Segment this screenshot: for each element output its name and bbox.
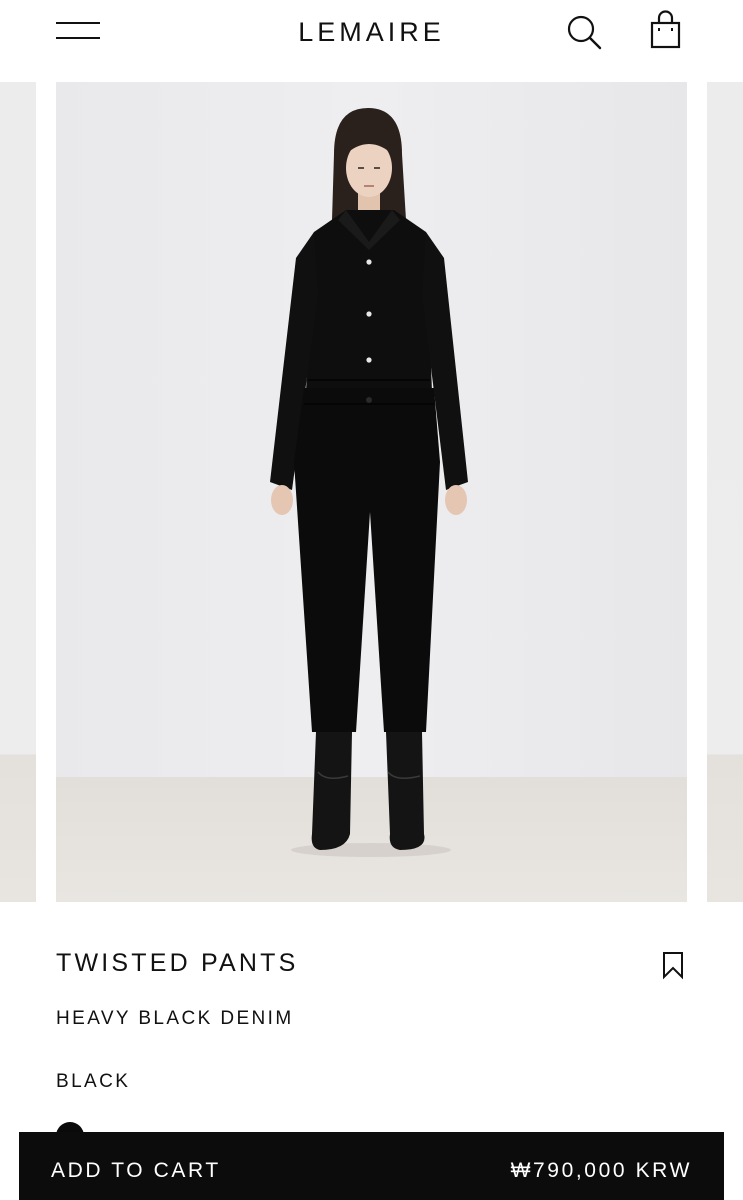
product-color-label: BLACK bbox=[56, 1071, 131, 1092]
product-material: HEAVY BLACK DENIM bbox=[56, 1008, 294, 1029]
search-icon-svg bbox=[567, 15, 602, 50]
bookmark-icon-svg bbox=[663, 952, 683, 980]
product-name: TWISTED PANTS bbox=[56, 949, 299, 977]
brand-logo-container: LEMAIRE bbox=[0, 15, 743, 49]
next-slide-peek[interactable] bbox=[707, 82, 743, 902]
shopping-bag-icon-svg bbox=[650, 10, 681, 49]
previous-slide-peek[interactable] bbox=[0, 82, 36, 902]
shopping-bag-icon[interactable] bbox=[644, 8, 688, 52]
product-image-carousel[interactable] bbox=[0, 82, 743, 902]
top-header: LEMAIRE bbox=[0, 0, 743, 82]
add-to-cart-button[interactable]: ADD TO CART ₩790,000 KRW bbox=[19, 1132, 724, 1200]
bookmark-icon[interactable] bbox=[660, 950, 686, 980]
product-photo-model-black-denim[interactable] bbox=[56, 82, 687, 902]
brand-logo[interactable]: LEMAIRE bbox=[298, 15, 445, 49]
add-to-cart-label: ADD TO CART bbox=[51, 1159, 221, 1182]
product-photo-svg bbox=[56, 82, 687, 902]
search-icon[interactable] bbox=[562, 10, 606, 54]
product-price: ₩790,000 KRW bbox=[510, 1159, 692, 1182]
